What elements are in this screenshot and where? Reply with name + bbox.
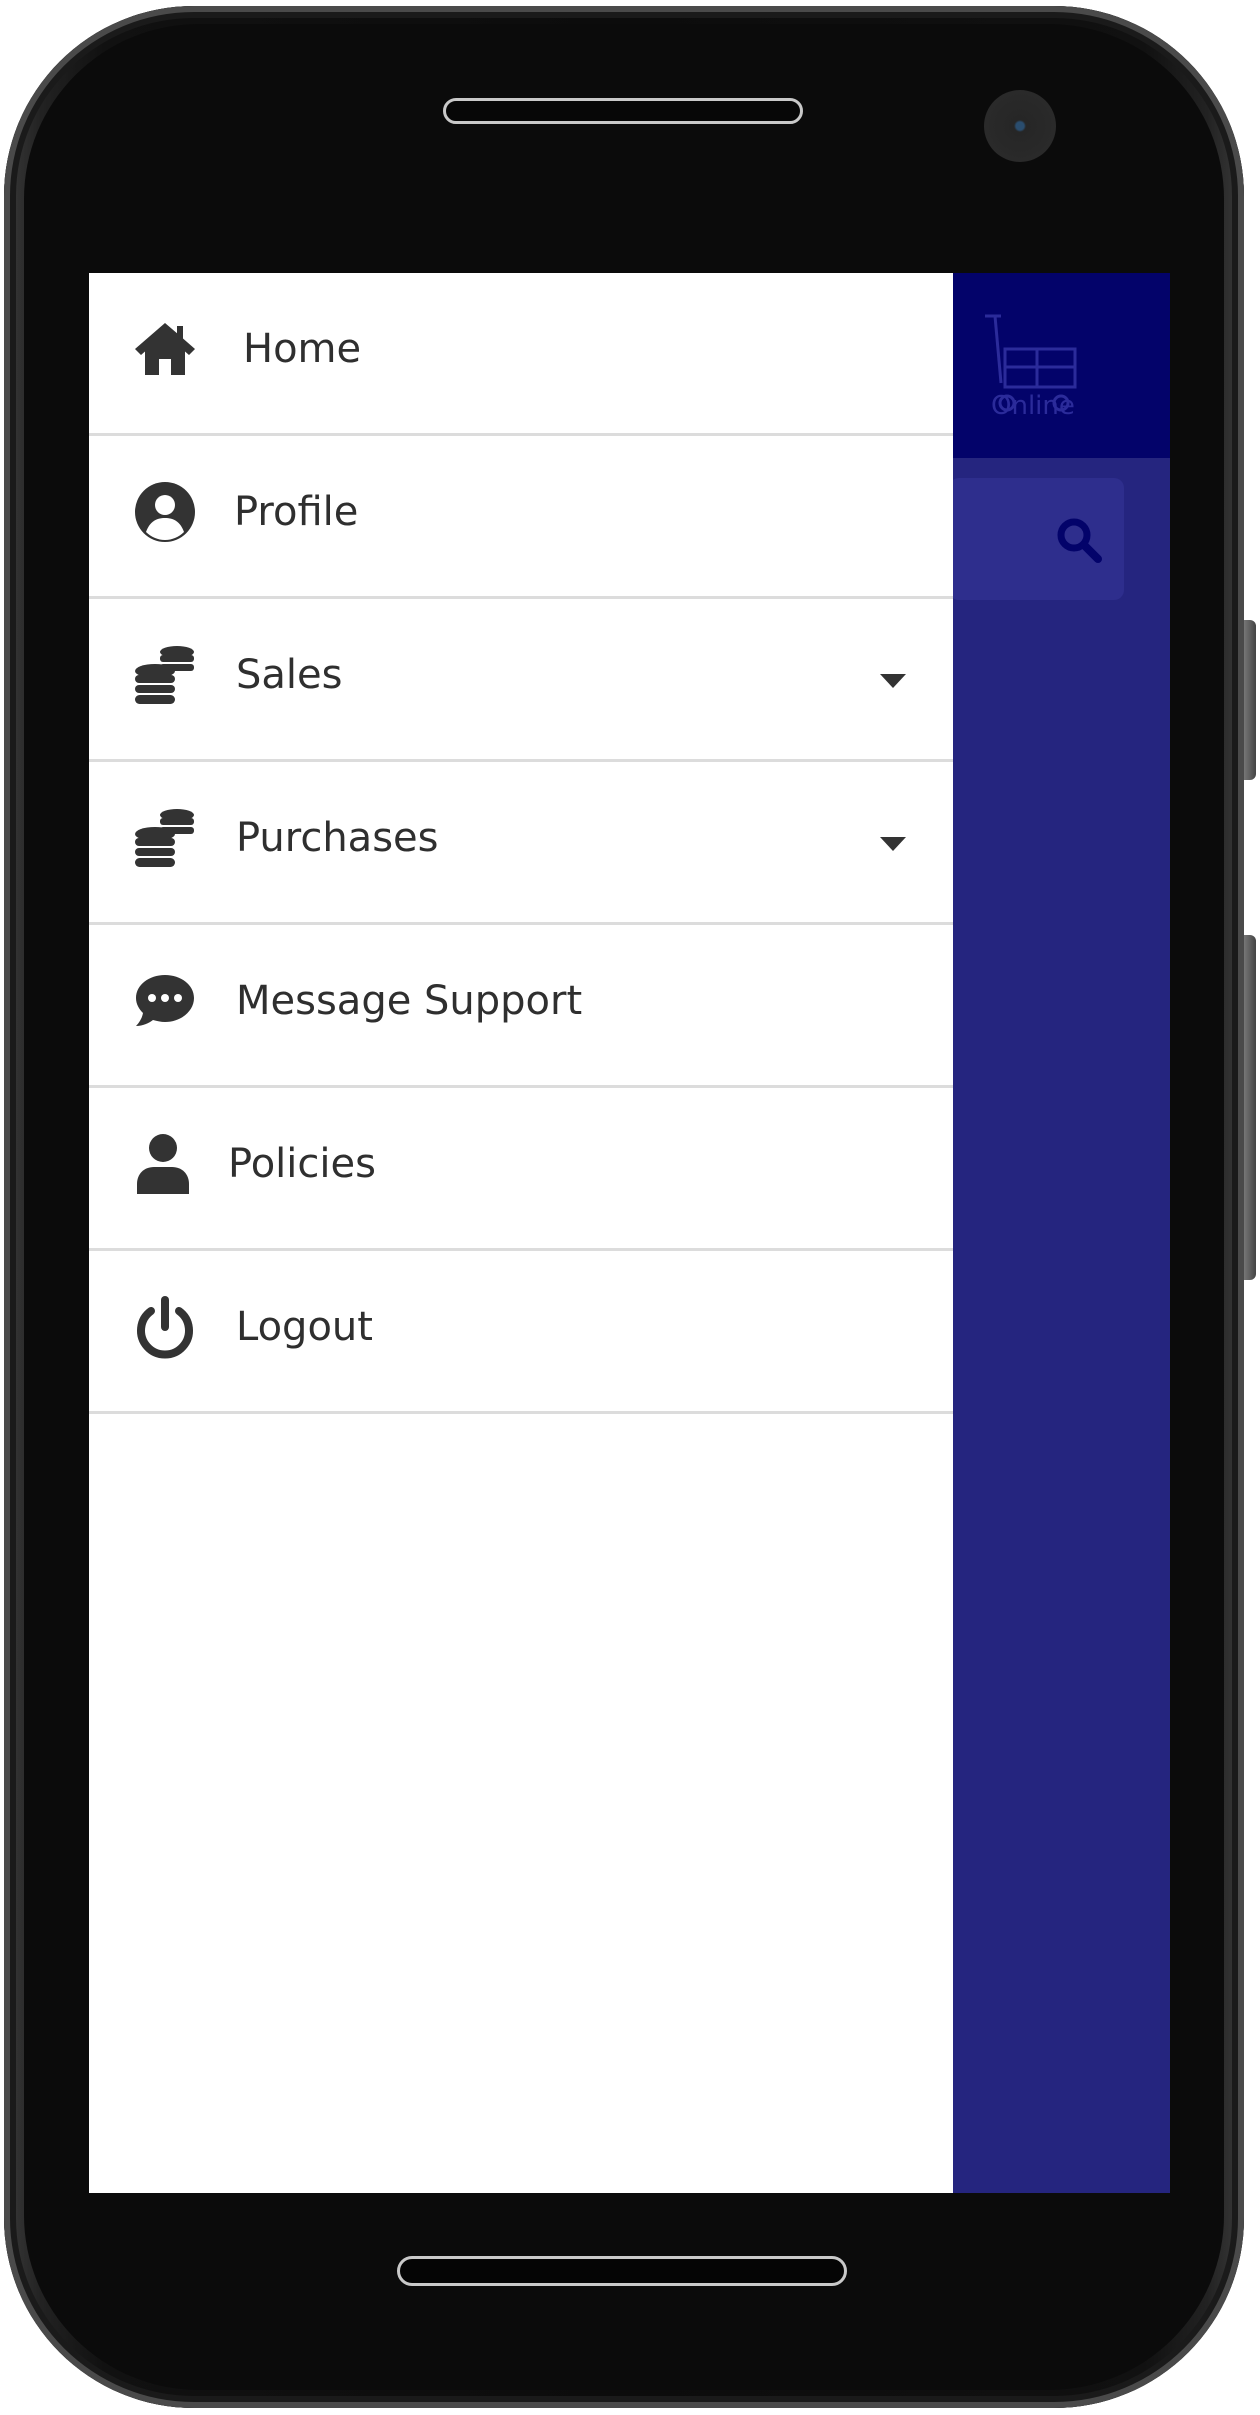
menu-item-sales[interactable]: Sales xyxy=(89,599,953,762)
menu-item-policies[interactable]: Policies xyxy=(89,1088,953,1251)
menu-item-label: Purchases xyxy=(236,815,439,861)
front-camera xyxy=(984,90,1056,162)
menu-item-label: Message Support xyxy=(236,978,583,1024)
user-circle-icon xyxy=(135,482,195,542)
screen: Online Home Profile Sales Purchases Mess… xyxy=(89,273,1170,2193)
navigation-drawer: Home Profile Sales Purchases Message Sup… xyxy=(89,273,953,2193)
home-icon xyxy=(135,323,195,375)
menu-item-logout[interactable]: Logout xyxy=(89,1251,953,1414)
menu-item-label: Logout xyxy=(236,1304,373,1350)
menu-item-message-support[interactable]: Message Support xyxy=(89,925,953,1088)
menu-item-label: Sales xyxy=(236,652,343,698)
menu-item-purchases[interactable]: Purchases xyxy=(89,762,953,925)
menu-item-label: Policies xyxy=(228,1141,376,1187)
home-indicator xyxy=(397,2256,847,2286)
menu-item-label: Home xyxy=(243,326,362,372)
power-button xyxy=(1244,935,1256,1280)
chevron-down-icon xyxy=(880,837,906,851)
power-icon xyxy=(137,1296,193,1359)
earpiece-speaker xyxy=(443,98,803,124)
chevron-down-icon xyxy=(880,674,906,688)
chat-bubble-icon xyxy=(136,975,194,1026)
coins-icon xyxy=(135,646,194,704)
menu-item-label: Profile xyxy=(234,489,359,535)
volume-button xyxy=(1244,620,1256,780)
phone-mockup: Online Home Profile Sales Purchases Mess… xyxy=(0,0,1260,2415)
logo-text: Online xyxy=(991,391,1075,421)
menu-item-home[interactable]: Home xyxy=(89,273,953,436)
menu-item-profile[interactable]: Profile xyxy=(89,436,953,599)
coins-icon xyxy=(135,809,194,867)
search-icon[interactable] xyxy=(1049,510,1109,570)
user-icon xyxy=(137,1134,189,1194)
